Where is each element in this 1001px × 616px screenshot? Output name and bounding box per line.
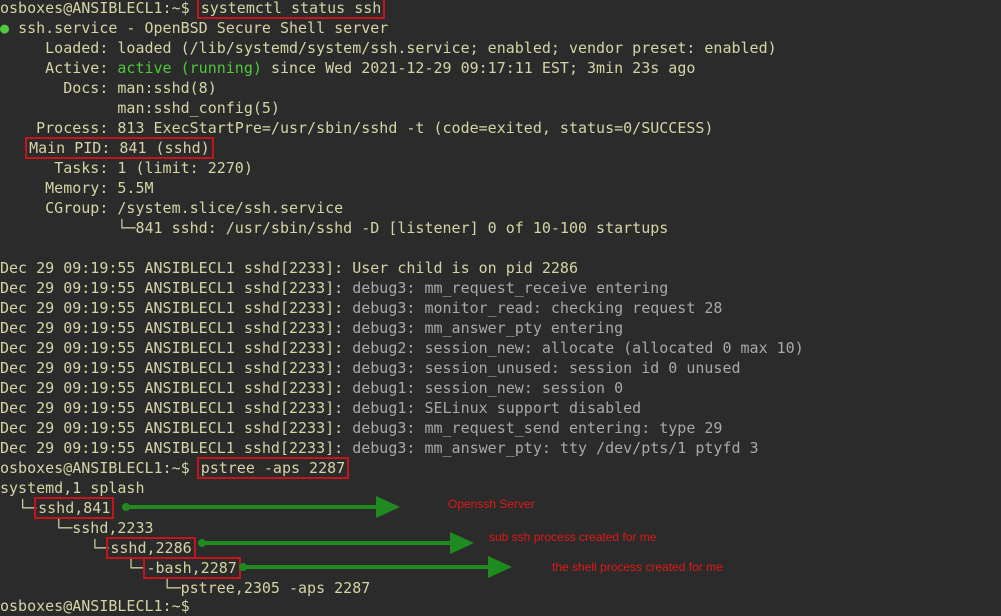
log-prefix: Dec 29 09:19:55 ANSIBLECL1 sshd[2233]: [0,359,344,377]
log-prefix: Dec 29 09:19:55 ANSIBLECL1 sshd[2233]: [0,419,344,437]
log-line: Dec 29 09:19:55 ANSIBLECL1 sshd[2233]: d… [0,278,668,298]
memory-line: Memory: 5.5M [0,178,154,198]
log-prefix: Dec 29 09:19:55 ANSIBLECL1 sshd[2233]: [0,439,344,457]
active-label: Active: [45,59,109,77]
log-message: debug1: session_new: session 0 [352,379,624,397]
tasks-label: Tasks: [54,159,109,177]
prompt-line-3[interactable]: osboxes@ANSIBLECL1:~$ [0,596,190,616]
tree-node-sshd-2233: └─sshd,2233 [0,518,154,538]
log-prefix: Dec 29 09:19:55 ANSIBLECL1 sshd[2233]: [0,399,344,417]
process-label: Process: [36,119,109,137]
log-line: Dec 29 09:19:55 ANSIBLECL1 sshd[2233]: d… [0,358,741,378]
loaded-line: Loaded: loaded (/lib/systemd/system/ssh.… [0,38,777,58]
log-message: debug3: mm_request_receive entering [352,279,669,297]
service-line: ● ssh.service - OpenBSD Secure Shell ser… [0,18,388,38]
prompt: osboxes@ANSIBLECL1:~$ [0,597,190,615]
docs-value-1: man:sshd(8) [117,79,217,97]
log-line: Dec 29 09:19:55 ANSIBLECL1 sshd[2233]: d… [0,398,641,418]
memory-label: Memory: [45,179,109,197]
terminal-window[interactable]: osboxes@ANSIBLECL1:~$ systemctl status s… [0,0,1001,616]
log-prefix: Dec 29 09:19:55 ANSIBLECL1 sshd[2233]: [0,339,344,357]
tree-node-bash: └─ -bash,2287 [0,557,241,579]
tree-root: systemd,1 splash [0,478,145,498]
tree-sshd-session: sshd,2286 [106,537,196,559]
annotation-sub-ssh: sub ssh process created for me [489,530,657,544]
tasks-line: Tasks: 1 (limit: 2270) [0,158,253,178]
annotation-openssh-server: Openssh Server [448,497,535,511]
active-bullet-icon: ● [0,19,10,37]
tree-branch: └─ [126,559,145,577]
tree-node-pstree: └─pstree,2305 -aps 2287 [0,578,371,598]
command-pstree: pstree -aps 2287 [196,457,350,479]
log-message: debug3: monitor_read: checking request 2… [352,299,723,317]
process-value: 813 ExecStartPre=/usr/sbin/sshd -t (code… [117,119,714,137]
tree-sshd-child: sshd,2233 [72,519,154,537]
prompt: osboxes@ANSIBLECL1:~$ [0,0,190,17]
loaded-label: Loaded: [45,39,109,57]
prompt-line-2: osboxes@ANSIBLECL1:~$ pstree -aps 2287 [0,457,350,479]
cgroup-label: CGroup: [45,199,109,217]
tree-branch: └─ [90,539,109,557]
log-message: debug2: session_new: allocate (allocated… [352,339,804,357]
log-line: Dec 29 09:19:55 ANSIBLECL1 sshd[2233]: d… [0,438,759,458]
loaded-value: loaded (/lib/systemd/system/ssh.service;… [117,39,777,57]
log-line: Dec 29 09:19:55 ANSIBLECL1 sshd[2233]: d… [0,338,804,358]
prompt: osboxes@ANSIBLECL1:~$ [0,459,190,477]
cgroup-line: CGroup: /system.slice/ssh.service [0,198,343,218]
active-state: active (running) [117,59,262,77]
log-prefix: Dec 29 09:19:55 ANSIBLECL1 sshd[2233]: [0,319,344,337]
tree-node-sshd-841: └─ sshd,841 [0,497,115,519]
log-prefix: Dec 29 09:19:55 ANSIBLECL1 sshd[2233]: [0,279,344,297]
log-line: Dec 29 09:19:55 ANSIBLECL1 sshd[2233]: U… [0,258,578,278]
docs-line-1: Docs: man:sshd(8) [0,78,217,98]
cgroup-child: └─841 sshd: /usr/sbin/sshd -D [listener]… [117,219,669,237]
log-message: debug1: SELinux support disabled [352,399,642,417]
memory-value: 5.5M [117,179,154,197]
docs-line-2: man:sshd_config(5) [0,98,280,118]
prompt-line-1: osboxes@ANSIBLECL1:~$ systemctl status s… [0,0,386,19]
tree-branch: └─ [18,499,37,517]
log-message: debug3: mm_request_send entering: type 2… [352,419,723,437]
tree-node-sshd-2286: └─ sshd,2286 [0,537,196,559]
docs-value-2: man:sshd_config(5) [117,99,280,117]
cgroup-value: /system.slice/ssh.service [117,199,344,217]
tree-branch: └─ [162,579,181,597]
active-line: Active: active (running) since Wed 2021-… [0,58,695,78]
log-line: Dec 29 09:19:55 ANSIBLECL1 sshd[2233]: d… [0,378,623,398]
log-prefix: Dec 29 09:19:55 ANSIBLECL1 sshd[2233]: [0,299,344,317]
command-systemctl-status: systemctl status ssh [196,0,386,19]
log-message: User child is on pid 2286 [352,259,578,277]
active-since: since Wed 2021-12-29 09:17:11 EST; 3min … [270,59,696,77]
tree-pstree: pstree,2305 -aps 2287 [180,579,371,597]
main-pid: Main PID: 841 (sshd) [25,137,214,159]
log-line: Dec 29 09:19:55 ANSIBLECL1 sshd[2233]: d… [0,418,722,438]
tasks-value: 1 (limit: 2270) [117,159,253,177]
tree-bash: -bash,2287 [142,557,241,579]
process-line: Process: 813 ExecStartPre=/usr/sbin/sshd… [0,118,713,138]
log-prefix: Dec 29 09:19:55 ANSIBLECL1 sshd[2233]: [0,259,344,277]
log-line: Dec 29 09:19:55 ANSIBLECL1 sshd[2233]: d… [0,318,623,338]
log-line: Dec 29 09:19:55 ANSIBLECL1 sshd[2233]: d… [0,298,722,318]
log-prefix: Dec 29 09:19:55 ANSIBLECL1 sshd[2233]: [0,379,344,397]
log-message: debug3: session_unused: session id 0 unu… [352,359,741,377]
docs-label: Docs: [63,79,109,97]
cgroup-child-line: └─841 sshd: /usr/sbin/sshd -D [listener]… [0,218,668,238]
mainpid-line: Main PID: 841 (sshd) [0,137,214,159]
tree-root-label: systemd,1 splash [0,479,145,497]
tree-sshd-main: sshd,841 [34,497,115,519]
annotation-shell-process: the shell process created for me [552,560,723,574]
tree-branch: └─ [54,519,73,537]
log-message: debug3: mm_answer_pty entering [352,319,624,337]
service-name: ssh.service - OpenBSD Secure Shell serve… [18,19,389,37]
log-message: debug3: mm_answer_pty: tty /dev/pts/1 pt… [352,439,759,457]
